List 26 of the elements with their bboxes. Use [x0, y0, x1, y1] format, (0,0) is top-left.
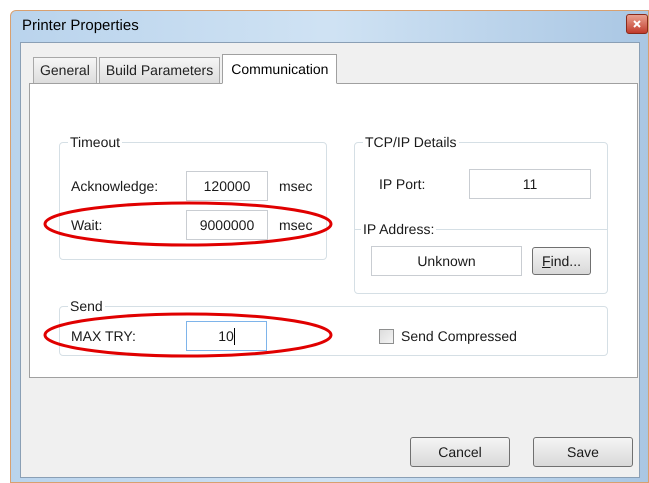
- tab[interactable]: Communication: [222, 54, 338, 84]
- dialog-button[interactable]: Cancel: [410, 437, 510, 467]
- group-label: Send: [69, 297, 104, 316]
- group-label: Timeout: [69, 133, 122, 152]
- unit-label: msec: [279, 176, 312, 196]
- input-field[interactable]: 11: [469, 169, 591, 199]
- tab[interactable]: Build Parameters: [98, 57, 220, 83]
- unit-label: msec: [279, 216, 312, 234]
- input-field[interactable]: 120000: [186, 171, 268, 201]
- field-label: Acknowledge:: [71, 176, 160, 196]
- checkbox[interactable]: [379, 328, 394, 344]
- group-label: IP Address:: [362, 220, 436, 239]
- input-field[interactable]: 10: [186, 321, 267, 351]
- input-field[interactable]: Unknown: [371, 246, 522, 276]
- checkbox-label: Send Compressed: [401, 326, 517, 346]
- close-button[interactable]: [626, 14, 648, 34]
- window-title: Printer Properties: [22, 16, 139, 36]
- field-label: IP Port:: [379, 174, 426, 194]
- tab[interactable]: General: [33, 57, 97, 83]
- input-field[interactable]: 9000000: [186, 210, 268, 240]
- field-label: Wait:: [71, 216, 104, 234]
- field-label: MAX TRY:: [71, 326, 137, 346]
- close-icon: [633, 20, 641, 28]
- dialog-button[interactable]: Save: [533, 437, 633, 467]
- find-button[interactable]: Find...: [532, 247, 591, 275]
- group-label: TCP/IP Details: [364, 133, 458, 152]
